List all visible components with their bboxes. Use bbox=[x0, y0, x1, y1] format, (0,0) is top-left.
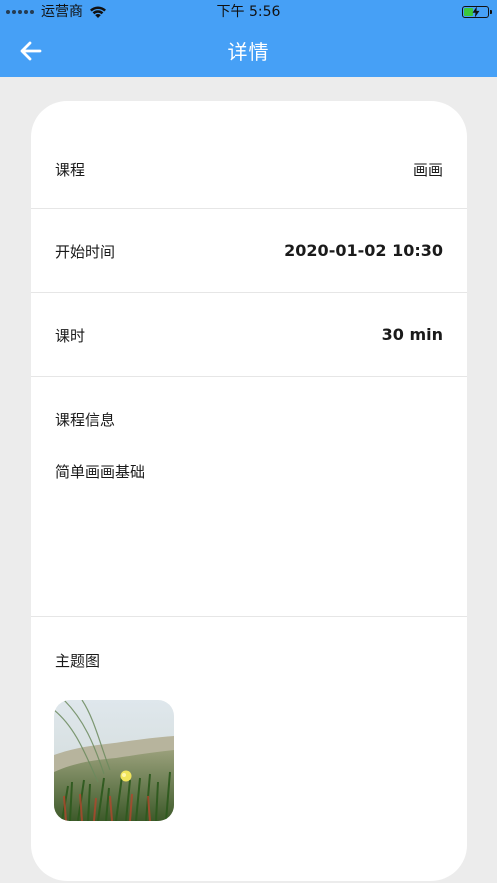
status-time: 下午 5:56 bbox=[216, 4, 281, 20]
start-time-label: 开始时间 bbox=[55, 243, 116, 261]
duration-label: 课时 bbox=[55, 327, 86, 345]
course-info-label: 课程信息 bbox=[55, 411, 116, 429]
duration-row: 课时 30 min bbox=[31, 293, 467, 377]
theme-image[interactable] bbox=[54, 700, 174, 821]
charging-bolt-icon bbox=[472, 6, 480, 18]
status-bar: 运营商 下午 5:56 bbox=[0, 0, 497, 24]
course-info-row: 课程信息 简单画画基础 bbox=[31, 377, 467, 617]
charging-battery-icon bbox=[462, 6, 492, 18]
page-title: 详情 bbox=[227, 40, 270, 64]
course-info-value: 简单画画基础 bbox=[55, 463, 146, 481]
start-time-value: 2020-01-02 10:30 bbox=[284, 241, 443, 260]
nav-bar: 详情 bbox=[0, 24, 497, 77]
header: 运营商 下午 5:56 详情 bbox=[0, 0, 497, 77]
duration-value: 30 min bbox=[381, 325, 443, 344]
theme-image-section: 主题图 bbox=[31, 617, 467, 881]
course-value: 画画 bbox=[412, 161, 443, 179]
detail-card: 课程 画画 开始时间 2020-01-02 10:30 课时 30 min 课程… bbox=[31, 101, 467, 881]
grass-flower-photo bbox=[54, 700, 174, 821]
start-time-row: 开始时间 2020-01-02 10:30 bbox=[31, 209, 467, 293]
course-row: 课程 画画 bbox=[31, 128, 467, 209]
theme-image-label: 主题图 bbox=[55, 652, 101, 670]
course-label: 课程 bbox=[55, 161, 86, 179]
